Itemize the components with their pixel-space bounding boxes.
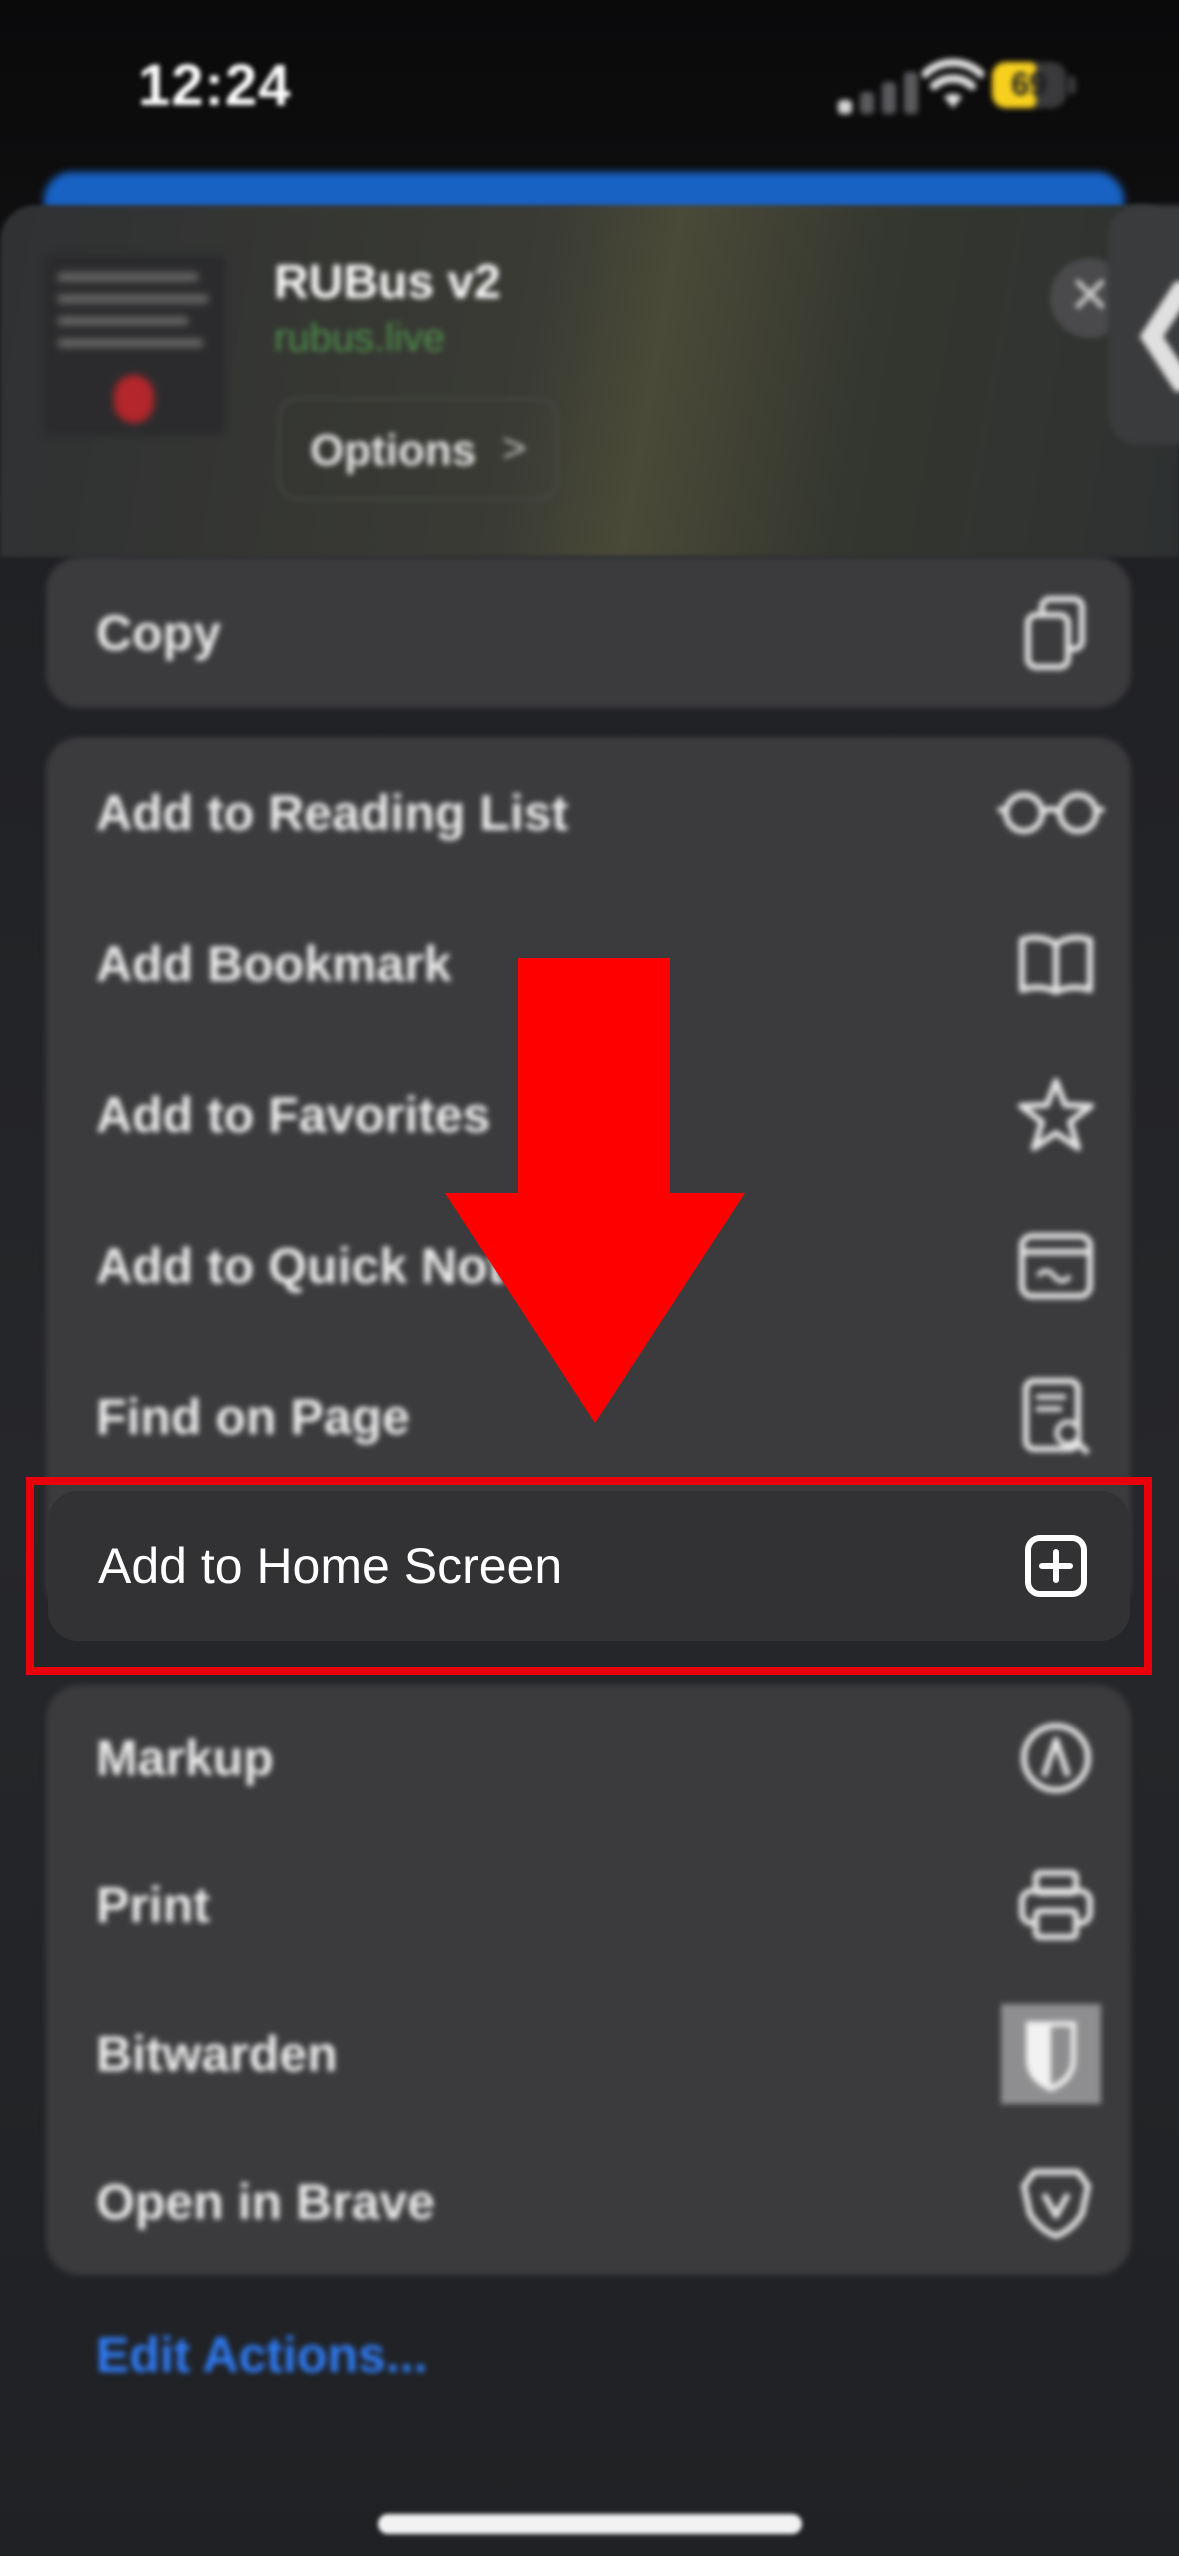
site-url: rubus.live [274,316,446,360]
glasses-icon [996,773,1106,853]
extensions-group: Markup Print Bitwarden Open in Brave [46,1685,1131,2275]
edit-actions-link[interactable]: Edit Actions... [96,2326,428,2384]
copy-group: Copy [46,557,1131,708]
home-indicator[interactable] [378,2514,802,2534]
options-label: Options [310,426,477,475]
menu-item-copy[interactable]: Copy [46,557,1131,708]
printer-icon [1016,1865,1096,1945]
status-time: 12:24 [138,53,292,118]
back-tab-button[interactable]: ❮ [1108,205,1179,445]
menu-item-label: Add Bookmark [96,935,452,992]
menu-item-label: Add to Reading List [96,784,569,841]
copy-icon [1016,593,1096,673]
menu-item-label: Print [96,1877,210,1933]
menu-item-label: Copy [96,604,221,661]
annotation-arrow-down [440,958,750,1428]
menu-item-print[interactable]: Print [46,1831,1131,1979]
menu-item-label: Bitwarden [96,2026,338,2082]
menu-item-markup[interactable]: Markup [46,1685,1131,1831]
markup-icon [1016,1718,1096,1798]
chevron-left-icon: ❮ [1124,263,1179,391]
find-on-page-icon [1016,1377,1096,1457]
annotation-highlight-box [26,1477,1152,1675]
star-icon [1016,1075,1096,1155]
menu-item-label: Open in Brave [96,2174,435,2230]
options-button[interactable]: Options > [278,398,558,500]
chevron-right-icon: > [502,424,527,471]
menu-item-add-to-reading-list[interactable]: Add to Reading List [46,737,1131,888]
site-thumbnail [44,255,226,435]
bitwarden-shield-icon [1001,2004,1101,2104]
menu-item-label: Markup [96,1730,274,1786]
menu-item-label: Add to Favorites [96,1086,491,1143]
menu-item-label: Find on Page [96,1388,410,1445]
wifi-icon [921,54,985,112]
battery-icon: 69 [992,62,1076,110]
brave-lion-icon [1016,2162,1096,2242]
site-title: RUBus v2 [274,256,501,309]
status-bar: 12:24 69 [0,0,1179,170]
book-icon [1016,924,1096,1004]
battery-level: 69 [1011,66,1047,102]
cellular-signal-icon [838,64,928,114]
menu-item-bitwarden[interactable]: Bitwarden [46,1979,1131,2129]
menu-item-open-in-brave[interactable]: Open in Brave [46,2129,1131,2275]
quick-note-icon [1016,1226,1096,1306]
